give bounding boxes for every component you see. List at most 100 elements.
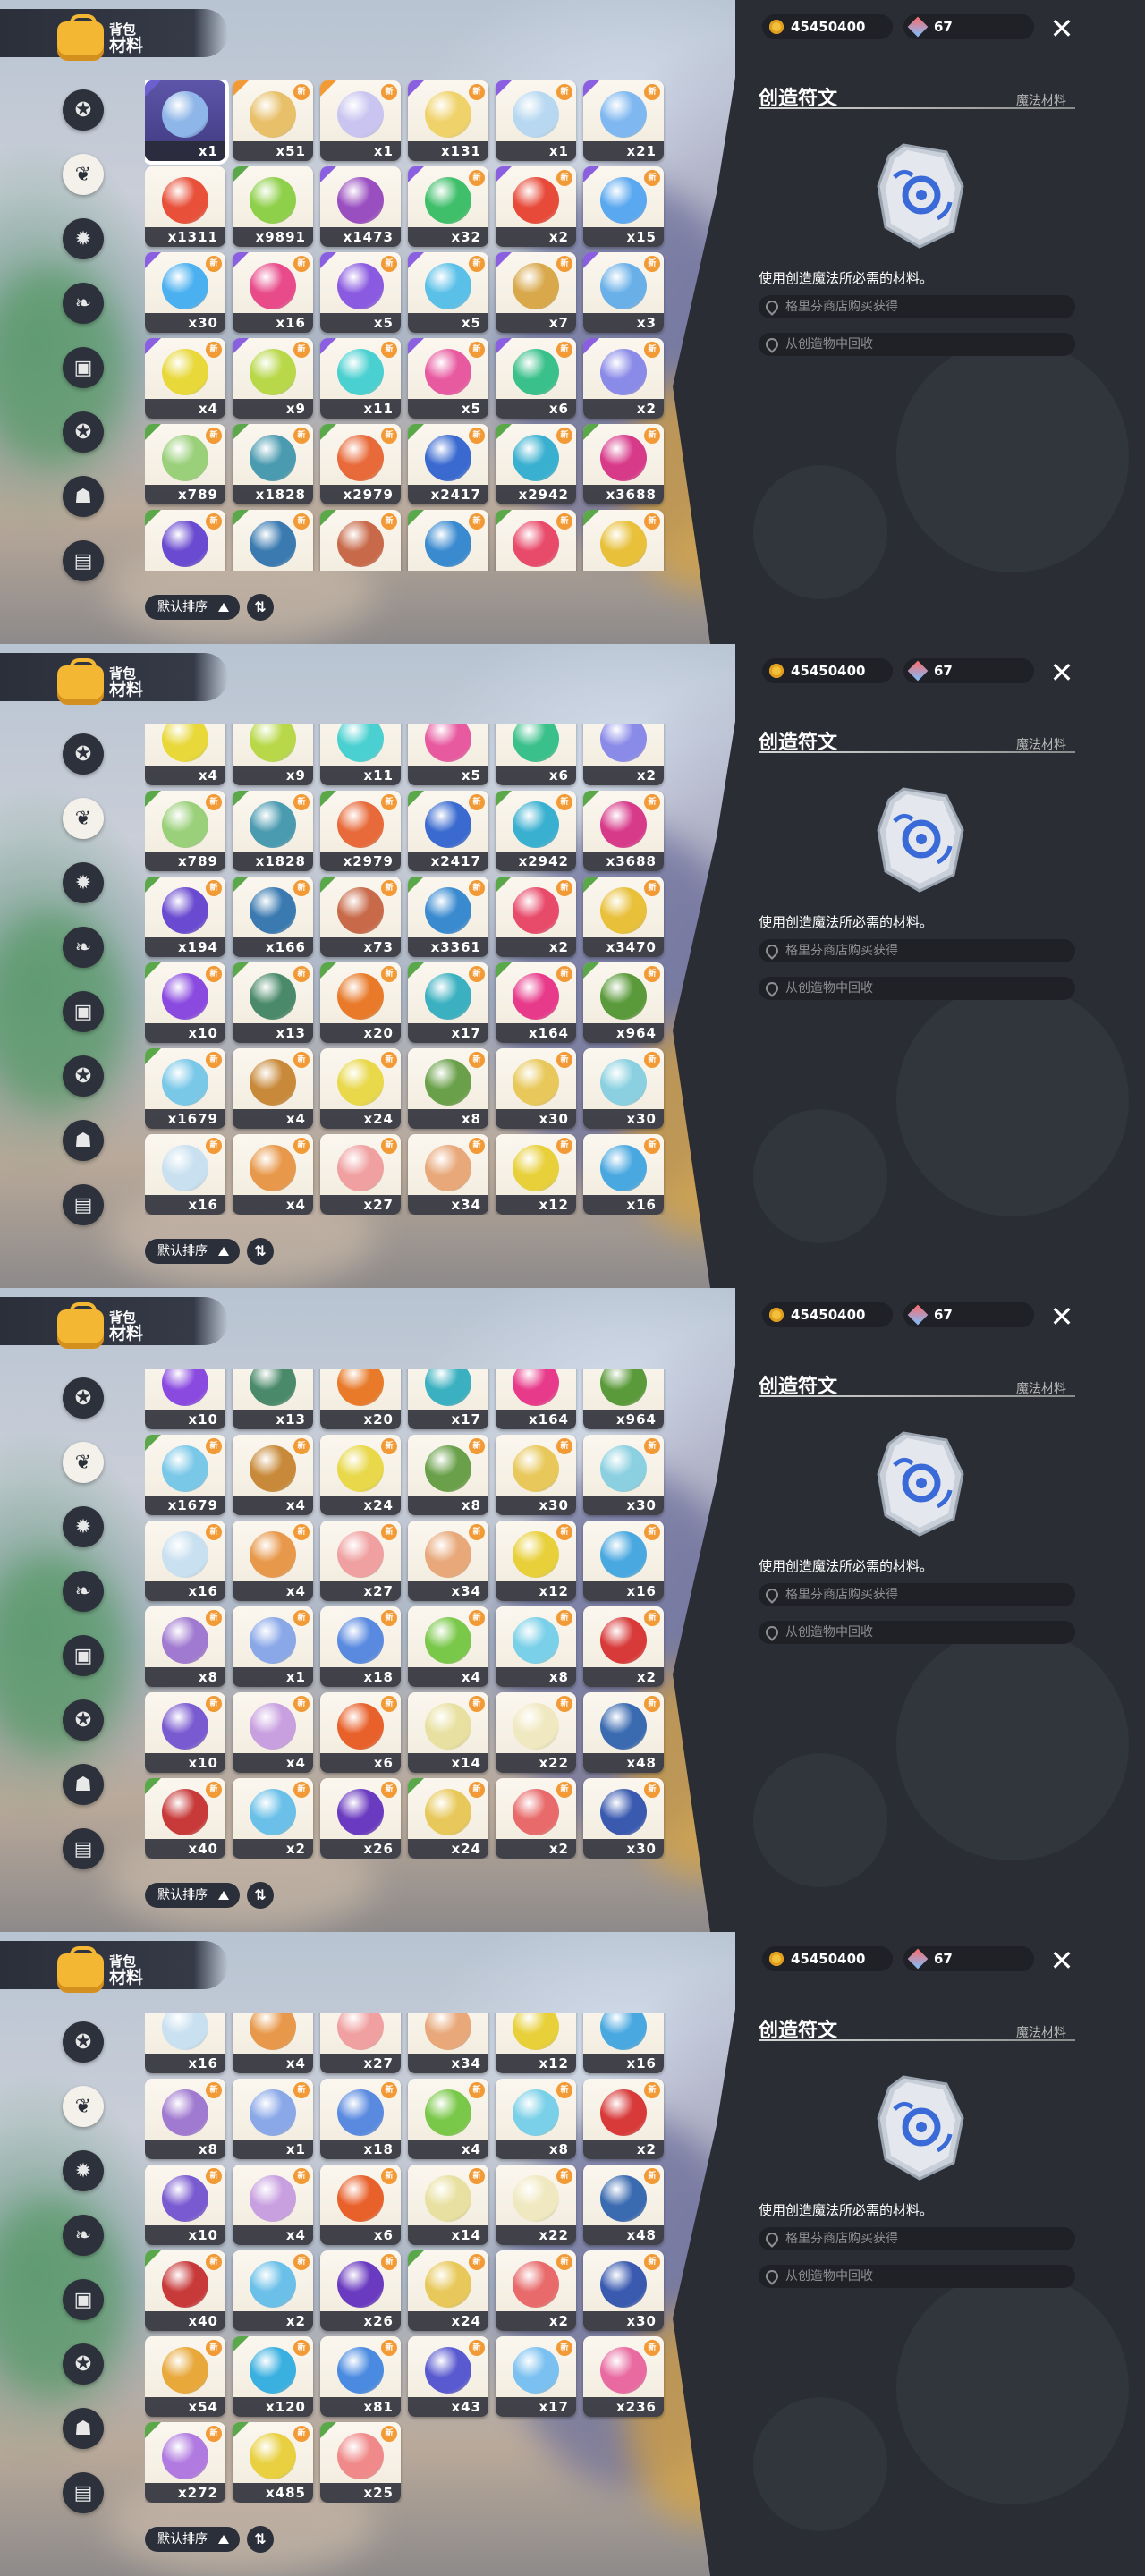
item-slot[interactable]: 新 x30	[583, 1778, 664, 1859]
item-slot[interactable]: 新 x15	[583, 166, 664, 247]
category-tab-3[interactable]: ❧	[63, 283, 104, 324]
item-slot[interactable]: 新x4	[233, 2165, 313, 2245]
sort-button[interactable]: 默认排序	[145, 1239, 240, 1264]
close-button[interactable]: ✕	[1048, 14, 1075, 43]
item-slot[interactable]: 新x4	[233, 1435, 313, 1515]
item-slot[interactable]: 新 x1	[233, 2079, 313, 2159]
category-tab-4[interactable]: ▣	[63, 991, 104, 1032]
category-tab-2[interactable]: ✹	[63, 2150, 104, 2191]
category-tab-3[interactable]: ❧	[63, 2215, 104, 2256]
item-slot[interactable]: 新 x14	[408, 2165, 488, 2245]
item-slot[interactable]: 新 x32	[408, 166, 488, 247]
item-slot[interactable]: 新x13	[233, 1368, 313, 1429]
item-slot[interactable]: 新 x2942	[496, 424, 576, 504]
category-tab-4[interactable]: ▣	[63, 2279, 104, 2320]
category-tab-2[interactable]: ✹	[63, 862, 104, 903]
item-slot[interactable]: 新 x11	[320, 338, 401, 419]
category-tab-7[interactable]: ▤	[63, 2472, 104, 2513]
item-slot[interactable]: 新x2	[583, 724, 664, 785]
item-slot[interactable]: 新 x43	[408, 2336, 488, 2417]
source-recycle[interactable]: 从创造物中回收	[759, 1621, 1075, 1644]
category-tab-7[interactable]: ▤	[63, 1184, 104, 1225]
category-tab-1[interactable]: ❦	[63, 154, 104, 195]
item-slot[interactable]: 新 x54	[145, 2336, 225, 2417]
item-slot[interactable]: 新 x30	[583, 1048, 664, 1129]
item-slot[interactable]: 新 x8	[496, 1606, 576, 1687]
item-slot[interactable]: 新 x7	[496, 252, 576, 333]
item-slot[interactable]: 新x34	[408, 2012, 488, 2073]
category-tab-1[interactable]: ❦	[63, 798, 104, 839]
item-slot[interactable]: 新 x10	[145, 962, 225, 1043]
item-slot[interactable]: 新x12	[496, 1521, 576, 1601]
item-slot[interactable]: 新x2	[496, 166, 576, 247]
item-slot[interactable]: 新 x789	[145, 424, 225, 504]
item-slot[interactable]: 新 x10	[145, 2165, 225, 2245]
item-slot[interactable]: 新x3470	[583, 510, 664, 571]
item-slot[interactable]: 新x4	[145, 338, 225, 419]
item-slot[interactable]: 新 x3361	[408, 877, 488, 957]
item-slot[interactable]: 新 x6	[320, 1692, 401, 1773]
item-slot[interactable]: 新x194	[145, 510, 225, 571]
item-slot[interactable]: 新 x789	[145, 791, 225, 871]
item-slot[interactable]: 新x2	[496, 877, 576, 957]
item-slot[interactable]: 新 x1828	[233, 791, 313, 871]
item-slot[interactable]: 新x4	[233, 2012, 313, 2073]
item-slot[interactable]: 新 x18	[320, 2079, 401, 2159]
item-slot[interactable]: 新x164	[496, 962, 576, 1043]
item-slot[interactable]: 新 x24	[320, 1435, 401, 1515]
category-tab-5[interactable]: ✪	[63, 2343, 104, 2385]
item-slot[interactable]: 新 x22	[496, 1692, 576, 1773]
category-tab-7[interactable]: ▤	[63, 1828, 104, 1869]
item-slot[interactable]: 新 x26	[320, 2250, 401, 2331]
category-tab-0[interactable]: ✪	[63, 89, 104, 131]
item-slot[interactable]: 新 x40	[145, 1778, 225, 1859]
category-tab-6[interactable]: ☗	[63, 1764, 104, 1805]
item-slot[interactable]: 新 x27	[320, 1134, 401, 1215]
item-slot[interactable]: 新 x3	[583, 252, 664, 333]
item-slot[interactable]: 新 x22	[496, 2165, 576, 2245]
category-tab-6[interactable]: ☗	[63, 1120, 104, 1161]
category-tab-4[interactable]: ▣	[63, 1635, 104, 1676]
item-slot[interactable]: 新 x30	[583, 2250, 664, 2331]
item-slot[interactable]: 新 x10	[145, 1692, 225, 1773]
item-slot[interactable]: 新 x9	[233, 338, 313, 419]
item-slot[interactable]: 新x4	[145, 724, 225, 785]
category-tab-5[interactable]: ✪	[63, 1699, 104, 1741]
item-slot[interactable]: 新x166	[233, 510, 313, 571]
item-slot[interactable]: 新 x964	[583, 962, 664, 1043]
item-slot[interactable]: 新x5	[408, 724, 488, 785]
sort-button[interactable]: 默认排序	[145, 595, 240, 620]
category-tab-0[interactable]: ✪	[63, 2021, 104, 2063]
item-slot[interactable]: 新 x48	[583, 2165, 664, 2245]
category-tab-0[interactable]: ✪	[63, 733, 104, 775]
item-slot[interactable]: 新 x51	[233, 80, 313, 161]
item-slot[interactable]: 新 x2417	[408, 424, 488, 504]
item-slot[interactable]: 新 x131	[408, 80, 488, 161]
item-slot[interactable]: 新x34	[408, 1134, 488, 1215]
source-shop[interactable]: 格里芬商店购买获得	[759, 1583, 1075, 1606]
source-recycle[interactable]: 从创造物中回收	[759, 333, 1075, 356]
source-recycle[interactable]: 从创造物中回收	[759, 977, 1075, 1000]
source-recycle[interactable]: 从创造物中回收	[759, 2265, 1075, 2288]
item-slot[interactable]: 新 x16	[583, 1134, 664, 1215]
item-slot[interactable]: 新x12	[496, 2012, 576, 2073]
item-slot[interactable]: 新x166	[233, 877, 313, 957]
item-slot[interactable]: 新 x26	[320, 1778, 401, 1859]
item-slot[interactable]: 新 x1679	[145, 1435, 225, 1515]
item-slot[interactable]: 新x164	[496, 1368, 576, 1429]
item-slot[interactable]: 新 x272	[145, 2422, 225, 2503]
item-slot[interactable]: 新 x3688	[583, 424, 664, 504]
item-slot[interactable]: 新 x1	[233, 1606, 313, 1687]
item-slot[interactable]: 新 x20	[320, 962, 401, 1043]
sort-order-toggle-button[interactable]: ⇅	[247, 1882, 274, 1909]
item-slot[interactable]: 新 x27	[320, 1521, 401, 1601]
item-slot[interactable]: 新 x8	[408, 1435, 488, 1515]
item-slot[interactable]: 新 x30	[496, 1048, 576, 1129]
item-slot[interactable]: 新x2	[233, 1778, 313, 1859]
item-slot[interactable]: 新x4	[233, 1692, 313, 1773]
item-slot[interactable]: 新 x1	[496, 80, 576, 161]
item-slot[interactable]: 新 x3688	[583, 791, 664, 871]
item-slot[interactable]: 新x2	[583, 1606, 664, 1687]
source-shop[interactable]: 格里芬商店购买获得	[759, 295, 1075, 318]
item-slot[interactable]: 新 x16	[233, 252, 313, 333]
